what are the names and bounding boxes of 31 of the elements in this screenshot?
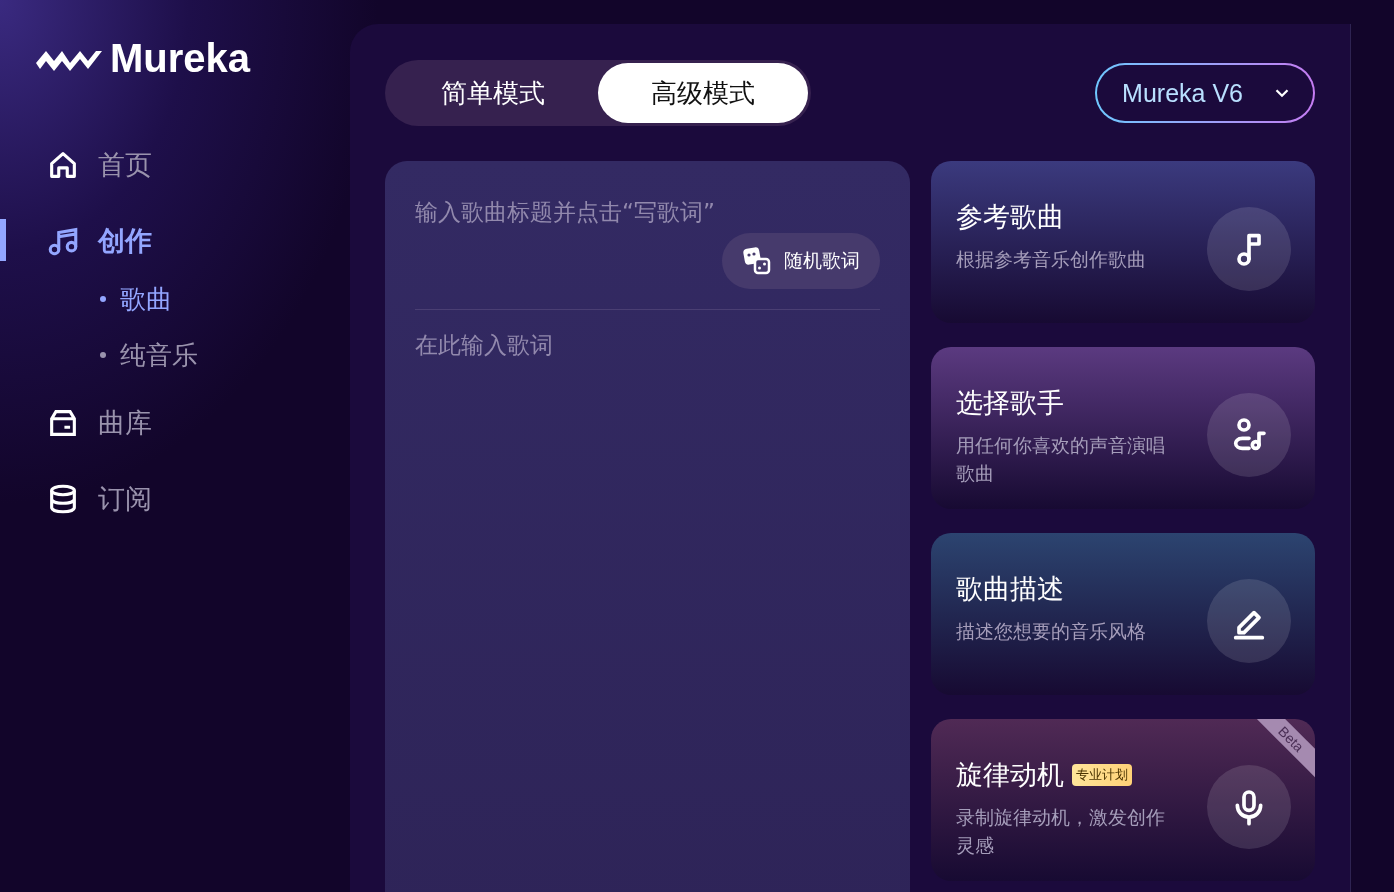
lyrics-editor[interactable]: 输入歌曲标题并点击“写歌词” 随机歌词 在此输入歌词 bbox=[385, 161, 910, 892]
nav-item[interactable]: 创作 bbox=[0, 221, 350, 261]
plan-tag: 专业计划 bbox=[1072, 764, 1132, 786]
feature-card[interactable]: 歌曲描述 描述您想要的音乐风格 bbox=[931, 533, 1315, 695]
random-lyrics-button[interactable]: 随机歌词 bbox=[722, 233, 880, 289]
card-title: 旋律动机 bbox=[956, 758, 1064, 792]
card-description: 根据参考音乐创作歌曲 bbox=[956, 247, 1147, 272]
mode-tab[interactable]: 简单模式 bbox=[388, 63, 598, 123]
card-description: 用任何你喜欢的声音演唱歌曲 bbox=[956, 433, 1166, 486]
song-title-field[interactable]: 输入歌曲标题并点击“写歌词” bbox=[415, 199, 880, 225]
nav-item[interactable]: 订阅 bbox=[0, 479, 350, 519]
dice-icon bbox=[742, 246, 772, 276]
logo-text: Mureka bbox=[110, 36, 251, 81]
nav-label: 订阅 bbox=[98, 482, 152, 516]
card-description: 录制旋律动机，激发创作灵感 bbox=[956, 805, 1166, 858]
feature-card[interactable]: 参考歌曲 根据参考音乐创作歌曲 bbox=[931, 161, 1315, 323]
nav-label: 创作 bbox=[98, 224, 152, 258]
card-title: 歌曲描述 bbox=[956, 572, 1064, 606]
mode-tab[interactable]: 高级模式 bbox=[598, 63, 808, 123]
active-indicator bbox=[0, 219, 6, 261]
nav-subitem[interactable]: 纯音乐 bbox=[0, 335, 350, 375]
nav-label: 曲库 bbox=[98, 406, 152, 440]
model-dropdown[interactable]: Mureka V6 bbox=[1095, 63, 1315, 123]
card-title: 参考歌曲 bbox=[956, 200, 1064, 234]
card-title: 选择歌手 bbox=[956, 386, 1064, 420]
feature-card[interactable]: 选择歌手 用任何你喜欢的声音演唱歌曲 bbox=[931, 347, 1315, 509]
nav-label: 首页 bbox=[98, 148, 152, 182]
nav-subitem[interactable]: 歌曲 bbox=[0, 279, 350, 319]
nav-item[interactable]: 曲库 bbox=[0, 403, 350, 443]
card-description: 描述您想要的音乐风格 bbox=[956, 619, 1147, 644]
nav-item[interactable]: 首页 bbox=[0, 145, 350, 185]
